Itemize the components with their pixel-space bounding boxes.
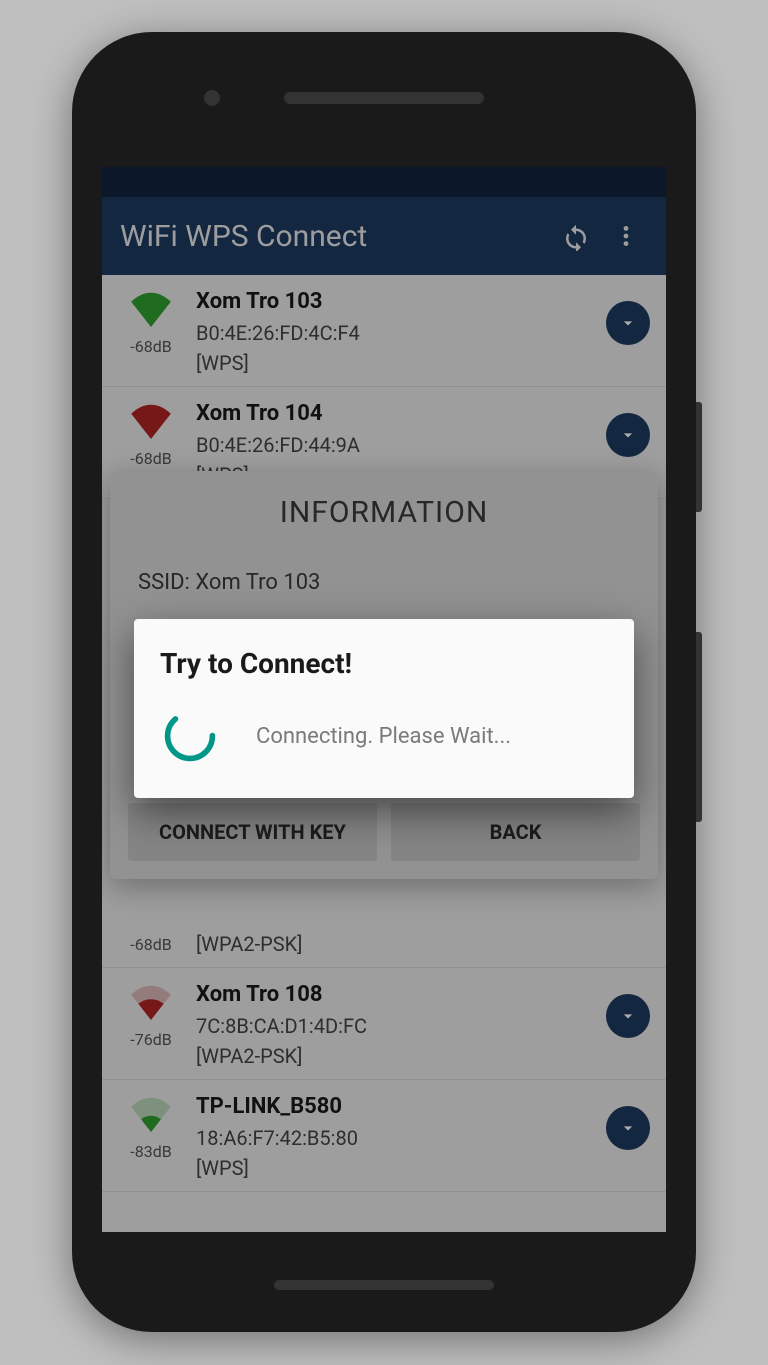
dialog-title: INFORMATION [110, 471, 658, 548]
phone-camera [204, 90, 220, 106]
wifi-signal-icon [128, 984, 174, 1024]
network-row[interactable]: -68dB [WPA2-PSK] [102, 929, 666, 968]
signal-strength: -83dB [130, 1142, 171, 1161]
network-security: [WPA2-PSK] [196, 1041, 606, 1071]
screen: WiFi WPS Connect -68dB Xom Tro 103 B [102, 167, 666, 1232]
status-bar [102, 167, 666, 197]
connect-dialog-title: Try to Connect! [160, 647, 608, 680]
phone-speaker-bottom [274, 1280, 494, 1290]
network-mac: B0:4E:26:FD:44:9A [196, 430, 606, 460]
connect-dialog: Try to Connect! Connecting. Please Wait.… [134, 619, 634, 798]
signal-strength: -76dB [130, 1030, 171, 1049]
wifi-signal-icon [128, 291, 174, 331]
network-row[interactable]: -83dB TP-LINK_B580 18:A6:F7:42:B5:80 [WP… [102, 1080, 666, 1192]
network-row[interactable]: -68dB Xom Tro 103 B0:4E:26:FD:4C:F4 [WPS… [102, 275, 666, 387]
network-mac: B0:4E:26:FD:4C:F4 [196, 318, 606, 348]
network-ssid: Xom Tro 104 [196, 397, 606, 430]
phone-speaker [284, 92, 484, 104]
loading-spinner-icon [162, 708, 218, 764]
wifi-signal-icon [128, 403, 174, 443]
network-security: [WPA2-PSK] [196, 929, 654, 959]
network-ssid: TP-LINK_B580 [196, 1090, 606, 1123]
phone-side-button [696, 632, 702, 822]
app-bar: WiFi WPS Connect [102, 197, 666, 275]
connect-dialog-message: Connecting. Please Wait... [256, 724, 511, 749]
expand-button[interactable] [606, 301, 650, 345]
signal-strength: -68dB [130, 337, 171, 356]
connect-with-key-button[interactable]: CONNECT WITH KEY [128, 803, 377, 861]
signal-strength: -68dB [130, 935, 171, 954]
network-ssid: Xom Tro 108 [196, 978, 606, 1011]
signal-strength: -68dB [130, 449, 171, 468]
expand-button[interactable] [606, 1106, 650, 1150]
wifi-signal-icon [128, 1096, 174, 1136]
expand-button[interactable] [606, 413, 650, 457]
overflow-menu-icon[interactable] [604, 214, 648, 258]
network-mac: 7C:8B:CA:D1:4D:FC [196, 1011, 606, 1041]
refresh-icon[interactable] [554, 214, 598, 258]
network-row[interactable]: -76dB Xom Tro 108 7C:8B:CA:D1:4D:FC [WPA… [102, 968, 666, 1080]
network-security: [WPS] [196, 1153, 606, 1183]
expand-button[interactable] [606, 994, 650, 1038]
network-mac: 18:A6:F7:42:B5:80 [196, 1123, 606, 1153]
network-security: [WPS] [196, 348, 606, 378]
dialog-ssid-line: SSID: Xom Tro 103 [110, 548, 658, 605]
back-button[interactable]: BACK [391, 803, 640, 861]
phone-frame: WiFi WPS Connect -68dB Xom Tro 103 B [72, 32, 696, 1332]
app-title: WiFi WPS Connect [120, 219, 548, 254]
phone-side-button [696, 402, 702, 512]
network-ssid: Xom Tro 103 [196, 285, 606, 318]
